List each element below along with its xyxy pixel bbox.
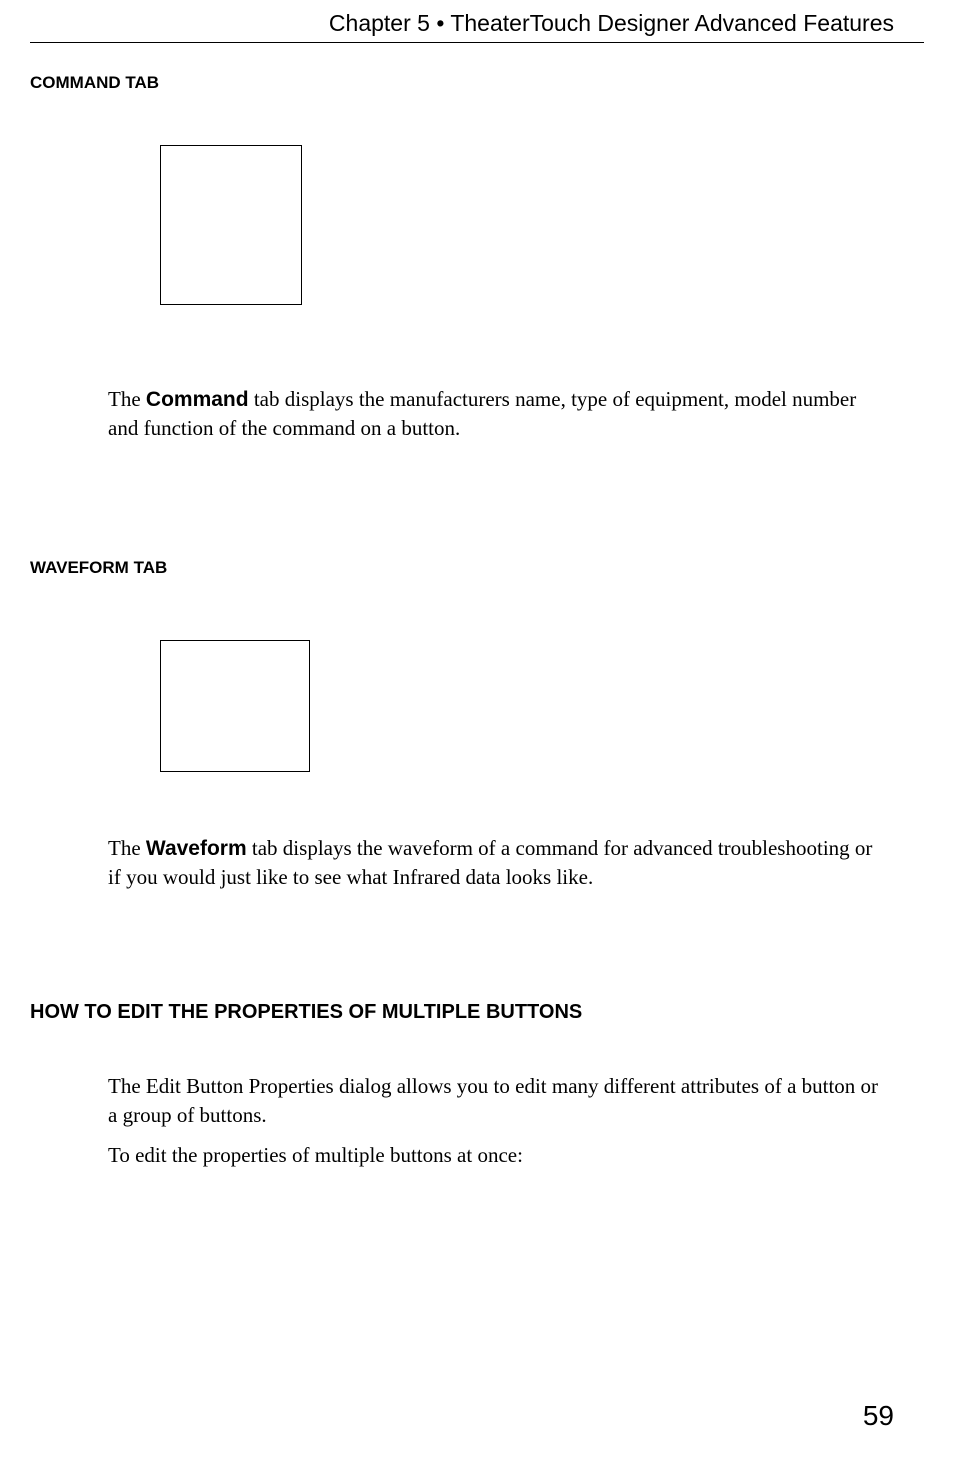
text-prefix: The — [108, 836, 146, 860]
text-prefix: The — [108, 387, 146, 411]
section-heading-multiple-buttons: HOW TO EDIT THE PROPERTIES OF MULTIPLE B… — [30, 1001, 954, 1024]
text-bold-waveform: Waveform — [146, 837, 247, 860]
text-bold-command: Command — [146, 388, 249, 411]
section-heading-command-tab: COMMAND TAB — [30, 73, 954, 93]
section-heading-waveform-tab: WAVEFORM TAB — [30, 558, 954, 578]
command-tab-image-placeholder — [160, 145, 302, 305]
multiple-buttons-description-1: The Edit Button Properties dialog allows… — [108, 1072, 884, 1129]
header-rule — [30, 42, 924, 43]
waveform-tab-image-placeholder — [160, 640, 310, 772]
chapter-header: Chapter 5 • TheaterTouch Designer Advanc… — [0, 0, 954, 42]
command-tab-description: The Command tab displays the manufacture… — [108, 385, 884, 443]
multiple-buttons-description-2: To edit the properties of multiple butto… — [108, 1141, 884, 1169]
page-number: 59 — [863, 1400, 894, 1432]
waveform-tab-description: The Waveform tab displays the waveform o… — [108, 834, 884, 892]
